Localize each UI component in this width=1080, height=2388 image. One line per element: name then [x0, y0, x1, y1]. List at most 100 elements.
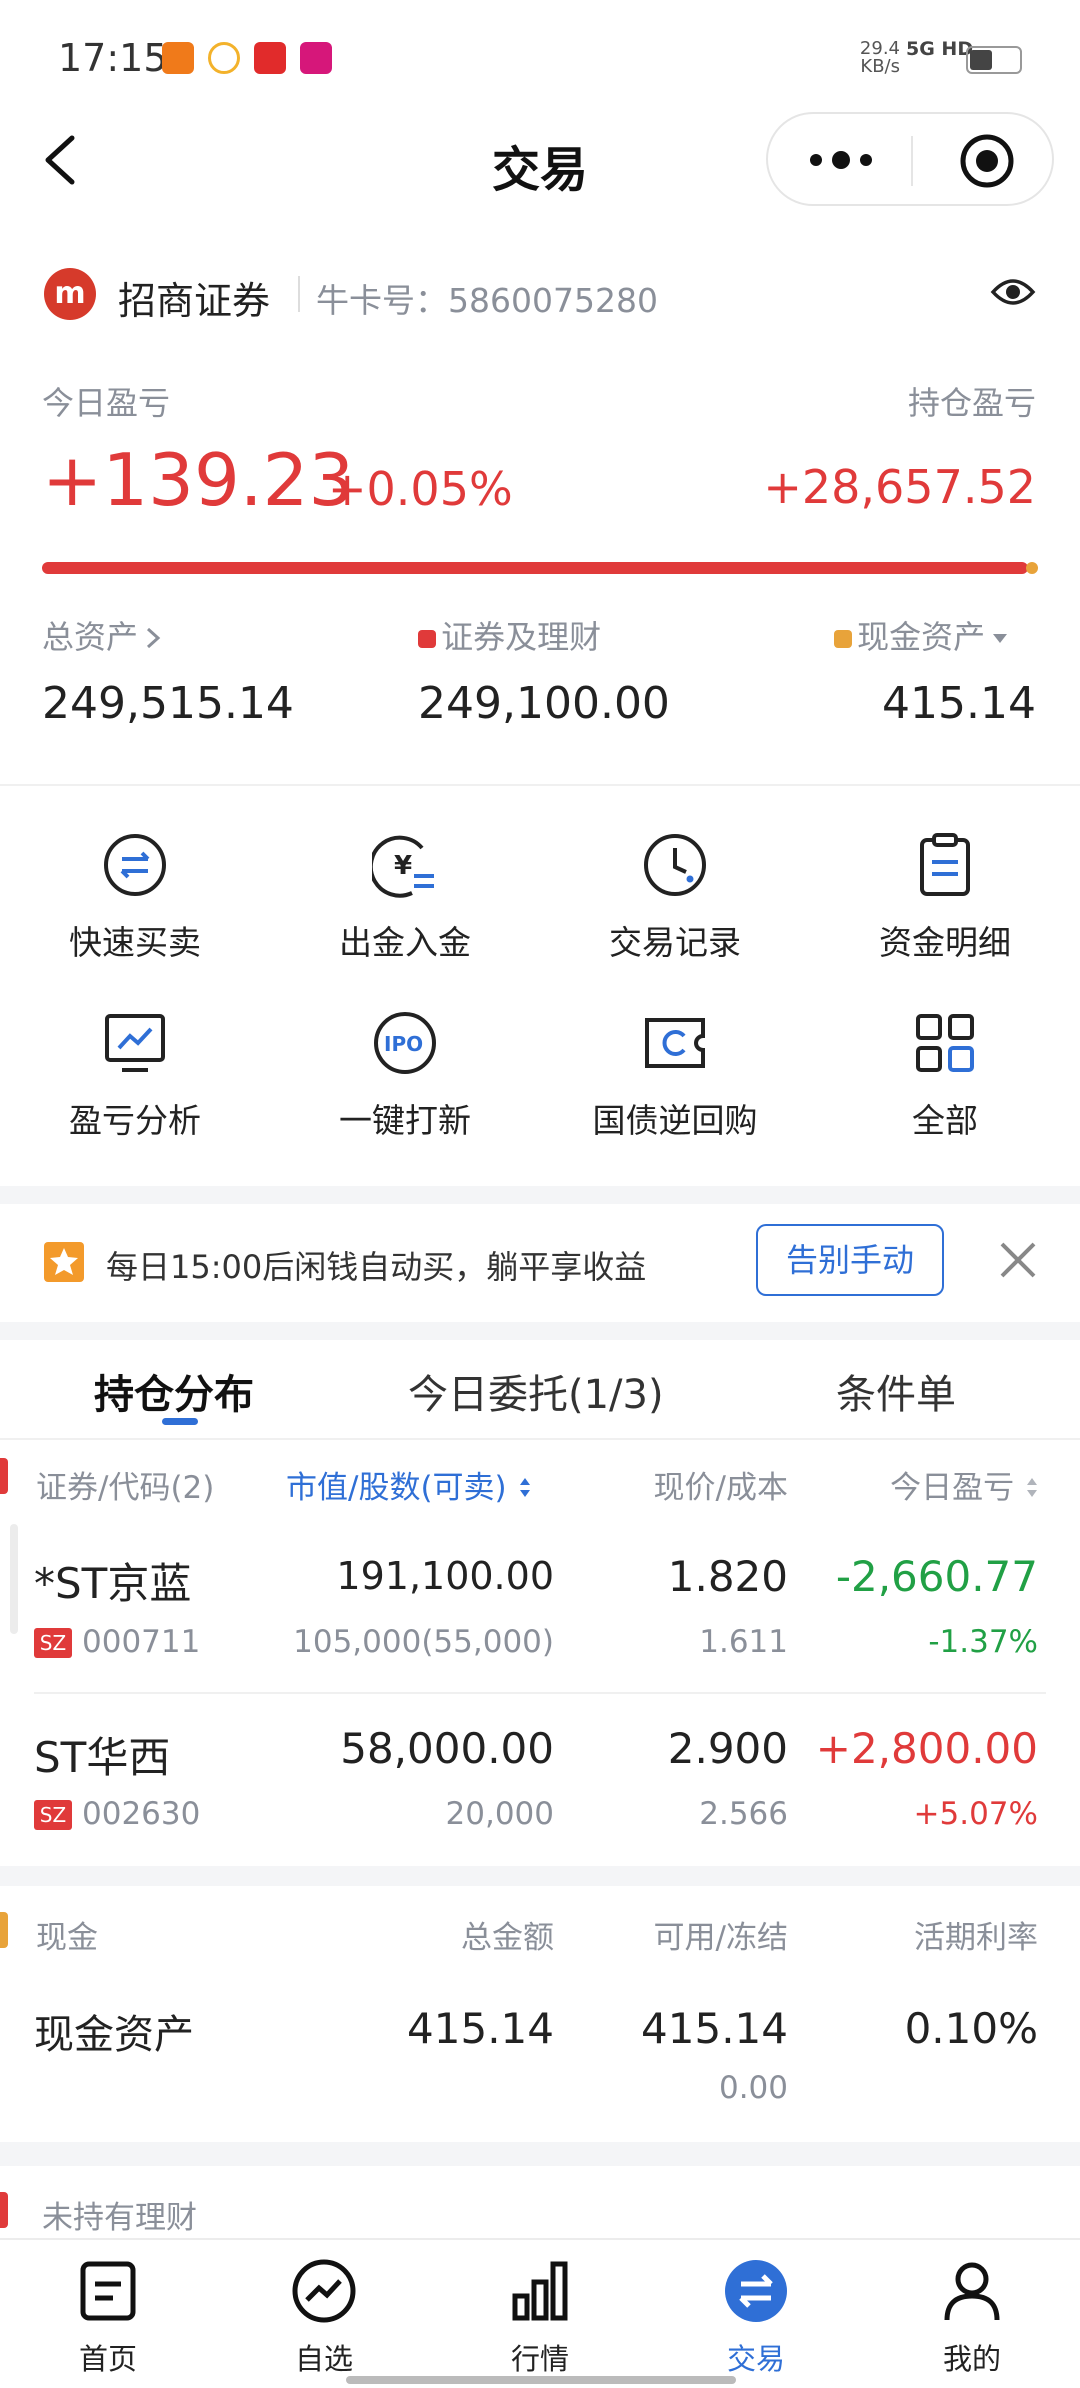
cash-total: 415.14 [407, 2004, 554, 2053]
holding-pnl-pct: +5.07% [913, 1796, 1038, 1832]
cash-assets-dropdown[interactable]: 现金资产 [834, 612, 1010, 658]
home-indicator [346, 2376, 736, 2384]
hold-pnl-label: 持仓盈亏 [907, 384, 1036, 422]
grid-all[interactable]: 全部 [810, 1010, 1080, 1142]
cash-available: 415.14 [641, 2004, 788, 2053]
tab-today-orders[interactable]: 今日委托(1/3) [408, 1362, 664, 1420]
app-notification-icon [208, 42, 240, 74]
holding-shares: 105,000(55,000) [293, 1624, 554, 1660]
cash-value: 415.14 [882, 678, 1036, 729]
market-badge: SZ [34, 1628, 72, 1658]
net-speed: 29.4 KB/s [859, 38, 900, 77]
app-notification-icon [254, 42, 286, 74]
notification-icons [162, 42, 332, 74]
caret-down-icon [993, 634, 1008, 643]
sort-icon [1027, 1478, 1037, 1497]
holding-code: SZ 000711 [34, 1624, 200, 1660]
securities-label: 证券及理财 [418, 612, 601, 658]
grid-pnl-analysis[interactable]: 盈亏分析 [0, 1010, 270, 1142]
close-icon[interactable] [998, 1240, 1038, 1280]
grid-quick-trade[interactable]: 快速买卖 [0, 832, 270, 964]
holding-cost: 2.566 [699, 1796, 788, 1832]
grid-ipo-subscribe[interactable]: IPO 一键打新 [270, 1010, 540, 1142]
broker-logo: m [44, 268, 96, 320]
grid-fund-details[interactable]: 资金明细 [810, 832, 1080, 964]
grid-trade-records[interactable]: 交易记录 [540, 832, 810, 964]
cash-header-available: 可用/冻结 [653, 1920, 788, 1956]
chart-monitor-icon [105, 1014, 165, 1072]
cash-frozen: 0.00 [718, 2070, 788, 2106]
app-notification-icon [162, 42, 194, 74]
nav-home[interactable]: 首页 [0, 2258, 216, 2378]
card-number: 牛卡号：5860075280 [316, 281, 658, 320]
battery-icon [966, 46, 1022, 74]
app-notification-icon [300, 42, 332, 74]
bond-repo-icon [645, 1018, 705, 1068]
nav-profile[interactable]: 我的 [864, 2258, 1080, 2378]
holding-shares: 20,000 [445, 1796, 554, 1832]
total-assets-value: 249,515.14 [42, 678, 294, 729]
svg-text:¥: ¥ [394, 851, 412, 881]
nav-trade[interactable]: 交易 [648, 2258, 864, 2378]
chevron-right-icon [147, 627, 161, 649]
asset-allocation-bar [42, 562, 1028, 574]
market-badge: SZ [34, 1800, 72, 1830]
today-pnl-label: 今日盈亏 [42, 384, 171, 422]
holding-code: SZ 002630 [34, 1796, 200, 1832]
star-badge-icon [44, 1242, 84, 1282]
total-assets-link[interactable]: 总资产 [42, 612, 163, 658]
broker-name: 招商证券 [118, 279, 271, 323]
home-icon [80, 2261, 136, 2321]
holding-price: 1.820 [667, 1552, 788, 1601]
cash-header-total: 总金额 [461, 1920, 554, 1956]
grid-deposit-withdraw[interactable]: ¥ 出金入金 [270, 832, 540, 964]
profile-icon [944, 2262, 1000, 2321]
market-icon [512, 2261, 568, 2321]
svg-text:IPO: IPO [384, 1032, 423, 1056]
sort-icon [519, 1478, 530, 1497]
active-tab-indicator [162, 1418, 198, 1425]
close-miniprogram-icon[interactable] [958, 132, 1016, 190]
holding-cost: 1.611 [699, 1624, 788, 1660]
holding-market-value: 191,100.00 [336, 1554, 554, 1598]
cash-header-rate: 活期利率 [914, 1920, 1038, 1956]
holding-pnl: +2,800.00 [815, 1724, 1038, 1773]
hold-pnl-value: +28,657.52 [763, 460, 1036, 514]
holding-name[interactable]: ST华西 [34, 1724, 170, 1785]
today-pnl-value: +139.23 [42, 438, 355, 522]
ipo-icon: IPO [374, 1012, 436, 1074]
more-icon[interactable] [806, 142, 876, 178]
bottom-nav: 首页 自选 行情 交易 我的 [0, 2238, 1080, 2388]
wealth-label: 未持有理财 [42, 2200, 197, 2236]
trade-icon [725, 2260, 787, 2322]
mini-program-capsule [766, 112, 1054, 206]
network-indicator: 5G HD [906, 38, 974, 60]
col-header-price: 现价/成本 [653, 1470, 788, 1506]
tab-positions[interactable]: 持仓分布 [94, 1362, 254, 1420]
cash-row-name: 现金资产 [34, 2012, 194, 2058]
grid-bond-repo[interactable]: 国债逆回购 [540, 1010, 810, 1142]
cash-share-dot [1026, 562, 1038, 574]
holding-price: 2.900 [667, 1724, 788, 1773]
banner-action-button[interactable]: 告别手动 [756, 1224, 944, 1296]
holding-market-value: 58,000.00 [340, 1724, 554, 1773]
nav-market[interactable]: 行情 [432, 2258, 648, 2378]
yuan-transfer-icon: ¥ [368, 835, 434, 898]
col-header-value-sort[interactable]: 市值/股数(可卖) [286, 1462, 533, 1507]
holding-pnl-pct: -1.37% [928, 1624, 1038, 1660]
eye-icon[interactable] [990, 274, 1036, 310]
banner-text: 每日15:00后闲钱自动买，躺平享收益 [106, 1248, 647, 1286]
col-header-code: 证券/代码(2) [36, 1470, 215, 1506]
swap-icon [104, 834, 166, 896]
holding-name[interactable]: *ST京蓝 [34, 1550, 191, 1611]
status-time: 17:15 [58, 36, 168, 80]
securities-value: 249,100.00 [418, 678, 670, 729]
tab-conditional-orders[interactable]: 条件单 [836, 1362, 956, 1420]
col-header-pnl-sort[interactable]: 今日盈亏 [890, 1462, 1040, 1507]
nav-watchlist[interactable]: 自选 [216, 2258, 432, 2378]
clipboard-icon [920, 833, 970, 896]
clock-icon [644, 834, 706, 896]
holding-pnl: -2,660.77 [835, 1552, 1038, 1601]
watchlist-icon [292, 2259, 356, 2323]
all-grid-icon [916, 1014, 974, 1072]
